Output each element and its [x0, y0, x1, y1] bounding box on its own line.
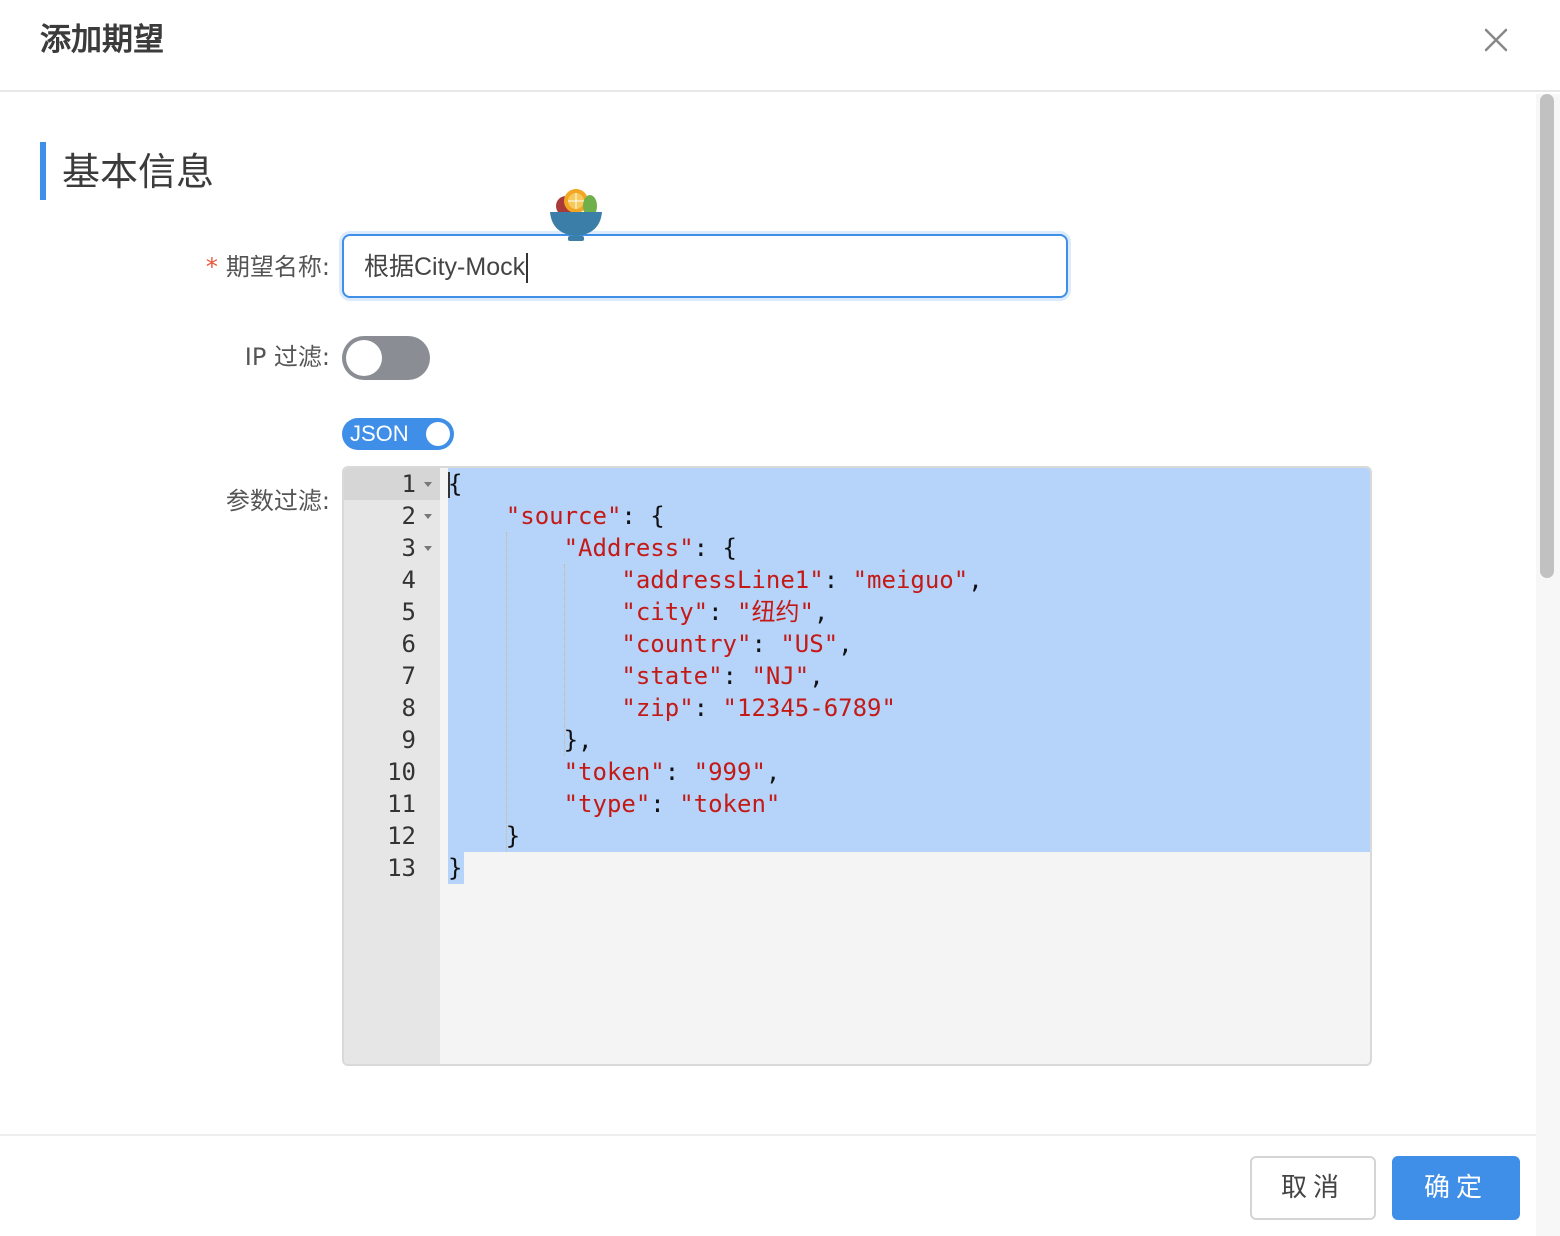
- param-filter-label: 参数过滤:: [225, 487, 330, 515]
- json-code-editor[interactable]: 1 2 3 4 5 6 7 8 9 10 11 12 13 { "source": { "Address…: [342, 466, 1372, 1066]
- json-string-token: "token": [563, 758, 665, 786]
- scrollbar-thumb[interactable]: [1540, 94, 1554, 578]
- code-line: {: [448, 468, 462, 500]
- text-caret: [526, 253, 529, 284]
- line-number: 8: [401, 694, 416, 722]
- fold-arrow-icon[interactable]: [422, 500, 434, 532]
- line-number: 3: [401, 534, 416, 562]
- code-line: "addressLine1": "meiguo",: [448, 564, 983, 596]
- code-line: "state": "NJ",: [448, 660, 824, 692]
- fold-arrow-icon[interactable]: [422, 532, 434, 564]
- code-line: "Address": {: [448, 532, 737, 564]
- json-punctuation-token: :: [722, 662, 752, 690]
- json-punctuation-token: :: [708, 598, 737, 626]
- fold-arrow-icon[interactable]: [422, 468, 434, 500]
- line-number: 10: [387, 758, 416, 786]
- dialog-header: 添加期望: [0, 0, 1560, 92]
- code-line: }: [448, 820, 520, 852]
- close-button[interactable]: [1476, 20, 1516, 60]
- line-number: 11: [387, 790, 416, 818]
- json-punctuation-token: : {: [693, 534, 737, 562]
- json-string-token: "12345-6789": [722, 694, 896, 722]
- json-punctuation-token: :: [693, 694, 723, 722]
- json-punctuation-token: },: [563, 726, 593, 754]
- json-string-token: "Address": [563, 534, 694, 562]
- code-line: "city": "纽约",: [448, 596, 828, 628]
- section-title: 基本信息: [62, 150, 215, 194]
- editor-gutter: 1 2 3 4 5 6 7 8 9 10 11 12 13: [344, 468, 440, 1064]
- json-punctuation-token: ,: [813, 598, 829, 626]
- json-punctuation-token: ,: [765, 758, 781, 786]
- json-string-token: "zip": [621, 694, 694, 722]
- code-line: "zip": "12345-6789": [448, 692, 896, 724]
- json-string-token: "US": [780, 630, 839, 658]
- name-label: * 期望名称:: [180, 250, 330, 284]
- section-accent-bar: [40, 142, 46, 200]
- json-punctuation-token: }: [505, 822, 521, 850]
- line-number: 5: [401, 598, 416, 626]
- name-label-text: 期望名称:: [225, 253, 330, 281]
- code-line: "type": "token": [448, 788, 781, 820]
- json-string-token: "meiguo": [852, 566, 969, 594]
- json-string-token: "999": [693, 758, 766, 786]
- fruit-bowl-icon: [550, 189, 602, 241]
- line-number: 2: [401, 502, 416, 530]
- json-punctuation-token: ,: [968, 566, 983, 594]
- json-punctuation-token: :: [751, 630, 781, 658]
- editor-cursor: [448, 472, 450, 498]
- cancel-button[interactable]: 取消: [1250, 1156, 1376, 1220]
- name-input-value: 根据City-Mock: [364, 253, 526, 281]
- json-punctuation-token: ,: [809, 662, 824, 690]
- json-punctuation-token: :: [823, 566, 853, 594]
- ip-filter-label: IP 过滤:: [244, 343, 330, 371]
- line-number: 4: [401, 566, 416, 594]
- code-line: "token": "999",: [448, 756, 781, 788]
- json-string-token: "source": [505, 502, 622, 530]
- json-punctuation-token: ,: [838, 630, 853, 658]
- json-mode-toggle[interactable]: JSON: [342, 418, 454, 450]
- code-line: }: [448, 852, 462, 884]
- json-punctuation-token: }: [448, 854, 463, 882]
- json-string-token: "state": [621, 662, 723, 690]
- json-string-token: "city": [621, 598, 709, 626]
- code-line: "source": {: [448, 500, 665, 532]
- json-string-token: "NJ": [751, 662, 810, 690]
- code-line: "country": "US",: [448, 628, 853, 660]
- toggle-knob: [426, 422, 450, 446]
- json-string-token: "type": [563, 790, 651, 818]
- json-punctuation-token: :: [650, 790, 680, 818]
- code-line: },: [448, 724, 593, 756]
- json-string-token: "token": [679, 790, 781, 818]
- close-icon: [1484, 28, 1508, 52]
- json-punctuation-token: :: [664, 758, 694, 786]
- toggle-knob: [346, 340, 382, 376]
- json-string-token: "country": [621, 630, 752, 658]
- line-number: 12: [387, 822, 416, 850]
- required-mark: *: [205, 253, 218, 281]
- json-punctuation-token: : {: [621, 502, 665, 530]
- line-number: 6: [401, 630, 416, 658]
- dialog-title: 添加期望: [40, 22, 164, 58]
- name-input[interactable]: 根据City-Mock: [342, 234, 1068, 298]
- line-number: 9: [401, 726, 416, 754]
- ip-filter-toggle[interactable]: [342, 336, 430, 380]
- json-string-token: "纽约": [737, 598, 814, 626]
- line-number: 7: [401, 662, 416, 690]
- line-number: 13: [387, 854, 416, 882]
- json-toggle-label: JSON: [350, 421, 409, 446]
- line-number: 1: [401, 470, 416, 498]
- json-punctuation-token: {: [448, 470, 463, 498]
- confirm-button[interactable]: 确定: [1392, 1156, 1520, 1220]
- json-string-token: "addressLine1": [621, 566, 824, 594]
- footer-divider: [0, 1134, 1536, 1136]
